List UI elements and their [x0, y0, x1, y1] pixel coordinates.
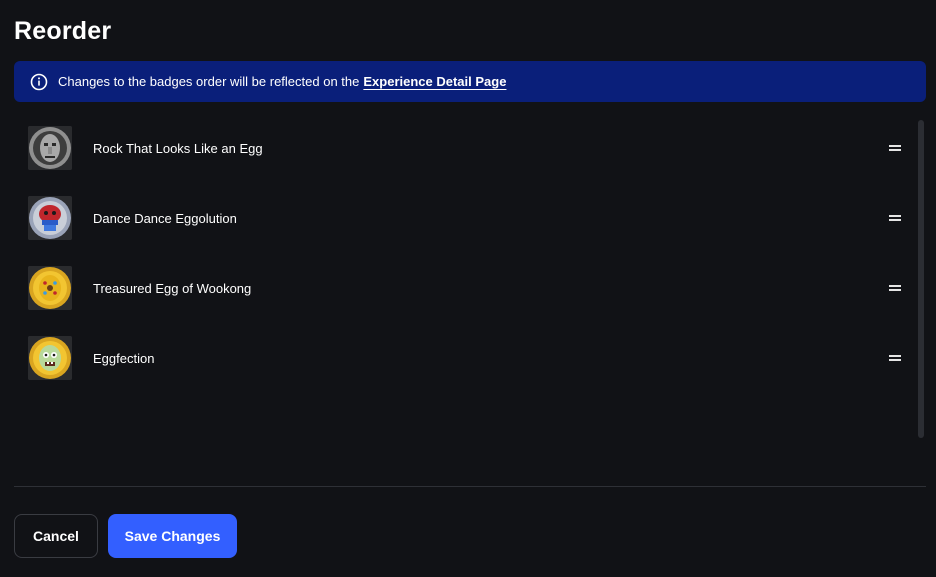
page-title: Reorder — [14, 17, 112, 45]
list-item[interactable]: Treasured Egg of Wookong — [14, 253, 908, 323]
badge-name: Eggfection — [93, 350, 155, 366]
golden-egg-badge-icon — [28, 266, 72, 310]
info-icon — [30, 73, 48, 90]
badge-thumbnail — [28, 126, 72, 170]
badge-name: Dance Dance Eggolution — [93, 210, 237, 226]
list-scrollbar[interactable] — [918, 120, 924, 438]
drag-handle-icon[interactable] — [888, 284, 902, 292]
reorder-dialog: Reorder Changes to the badges order will… — [0, 0, 936, 577]
drag-handle-icon[interactable] — [888, 354, 902, 362]
save-changes-button[interactable]: Save Changes — [108, 514, 237, 558]
footer-divider — [14, 486, 926, 487]
badge-thumbnail — [28, 336, 72, 380]
list-item[interactable]: Dance Dance Eggolution — [14, 183, 908, 253]
badge-name: Rock That Looks Like an Egg — [93, 140, 263, 156]
red-bird-badge-icon — [28, 196, 72, 240]
badge-thumbnail — [28, 266, 72, 310]
list-item[interactable]: Rock That Looks Like an Egg — [14, 113, 908, 183]
zombie-egg-badge-icon — [28, 336, 72, 380]
stone-face-badge-icon — [28, 126, 72, 170]
drag-handle-icon[interactable] — [888, 214, 902, 222]
badge-name: Treasured Egg of Wookong — [93, 280, 252, 296]
list-item[interactable]: Eggfection — [14, 323, 908, 393]
experience-detail-page-link[interactable]: Experience Detail Page — [363, 74, 506, 89]
cancel-button[interactable]: Cancel — [14, 514, 98, 558]
banner-text: Changes to the badges order will be refl… — [58, 74, 360, 89]
badge-list: Rock That Looks Like an Egg Dance Dance … — [14, 113, 908, 438]
info-banner: Changes to the badges order will be refl… — [14, 61, 926, 102]
drag-handle-icon[interactable] — [888, 144, 902, 152]
badge-thumbnail — [28, 196, 72, 240]
